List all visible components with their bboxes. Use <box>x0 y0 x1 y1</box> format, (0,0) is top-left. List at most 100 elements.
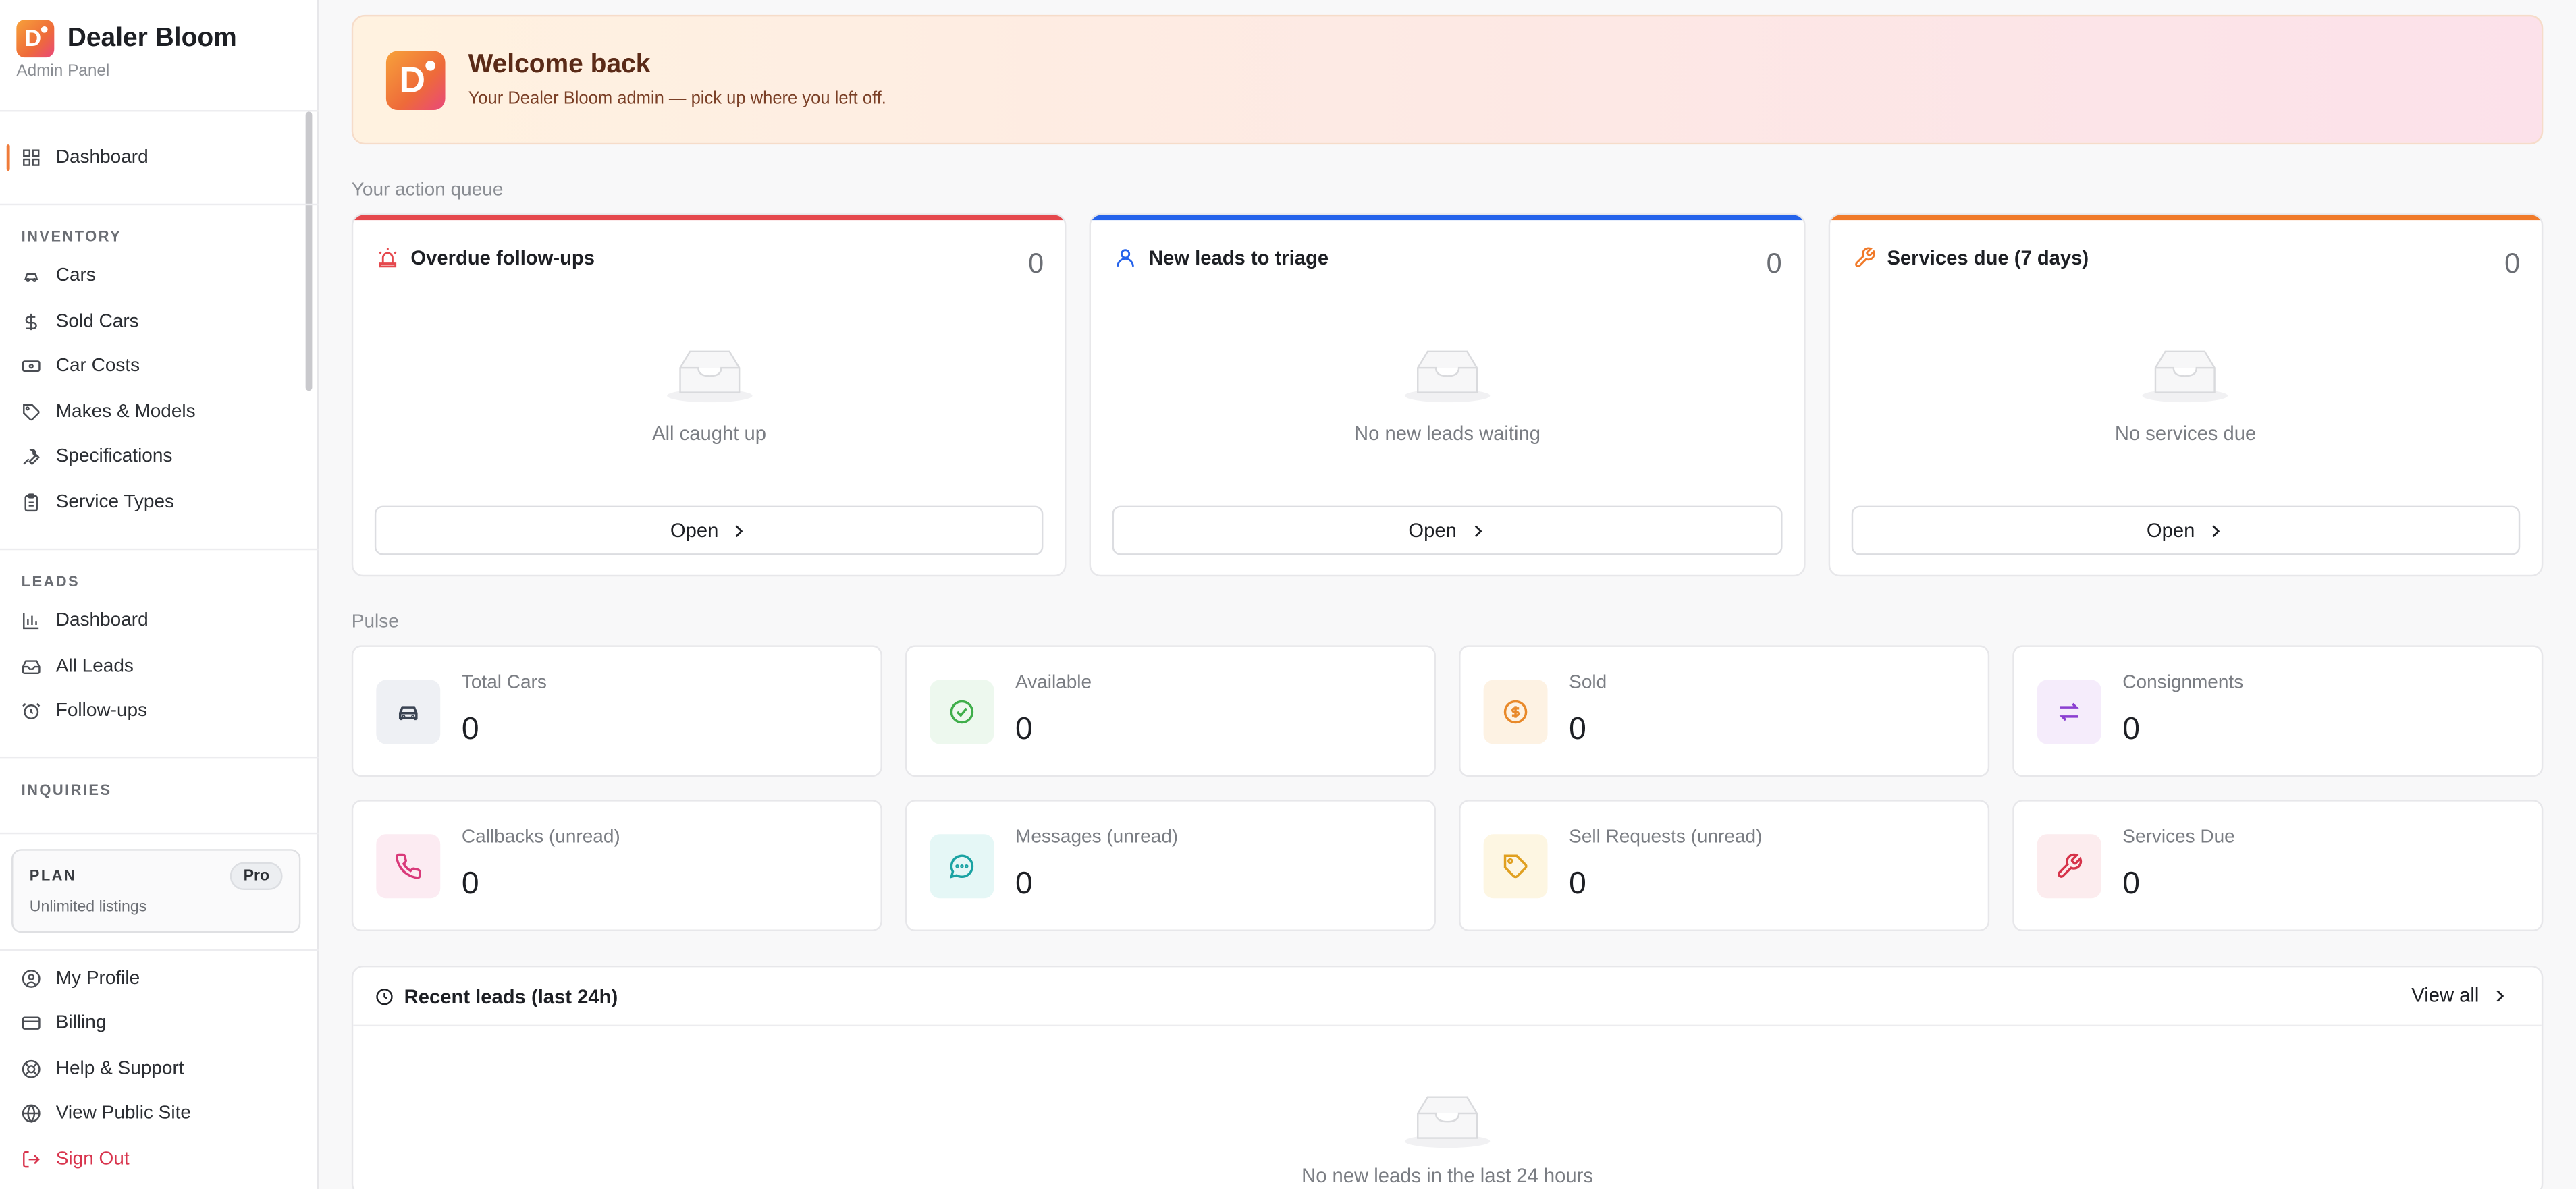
view-all-link[interactable]: View all <box>2411 984 2508 1007</box>
queue-card-empty: No new leads waiting <box>1354 422 1541 445</box>
sidebar-nav: Dashboard INVENTORY Cars Sold Cars Car C… <box>0 110 319 833</box>
card-accent-bar <box>353 215 1065 221</box>
section-leads: LEADS <box>21 572 80 589</box>
sidebar-item-service-types[interactable]: Service Types <box>0 480 319 525</box>
user-circle-icon <box>22 968 41 988</box>
sidebar-item-all-leads[interactable]: All Leads <box>0 644 319 689</box>
sidebar-item-sold-cars[interactable]: Sold Cars <box>0 299 319 344</box>
stat-value: 0 <box>1015 713 1033 748</box>
sidebar-item-label: My Profile <box>55 968 140 989</box>
sidebar-item-label: Service Types <box>55 492 175 512</box>
car-icon <box>376 680 441 744</box>
stat-label: Services Due <box>2122 827 2235 848</box>
card-accent-bar <box>1829 215 2542 221</box>
sidebar-item-label: View Public Site <box>55 1104 191 1124</box>
sidebar-item-label: Billing <box>55 1014 107 1034</box>
alarm-clock-icon <box>22 702 41 721</box>
stat-value: 0 <box>2122 866 2141 902</box>
sidebar-bottom-nav: My Profile Billing Help & Support View P… <box>0 956 319 1182</box>
queue-card-overdue-follow-ups: Overdue follow-ups 0 All caught up Open <box>351 213 1067 577</box>
sidebar-item-cars[interactable]: Cars <box>0 254 319 299</box>
brand-logo: D <box>16 20 55 58</box>
chevron-right-icon <box>1474 524 1482 536</box>
credit-card-icon <box>22 1014 41 1033</box>
stat-value: 0 <box>2122 713 2141 748</box>
recent-leads-panel: Recent leads (last 24h) View all No new … <box>351 965 2544 1189</box>
sidebar-item-label: Dashboard <box>55 147 149 167</box>
dollar-circle-icon <box>1483 680 1548 744</box>
card-accent-bar <box>1091 215 1804 221</box>
queue-card-empty: No services due <box>2114 422 2257 445</box>
queue-card-count: 0 <box>2504 248 2521 279</box>
stat-available[interactable]: Available 0 <box>905 645 1437 777</box>
stat-label: Sell Requests (unread) <box>1569 827 1763 848</box>
wrench-icon <box>22 447 41 467</box>
welcome-banner: D Welcome back Your Dealer Bloom admin —… <box>351 14 2544 145</box>
chevron-right-icon <box>2212 524 2220 536</box>
banknote-icon <box>22 357 41 377</box>
car-icon <box>22 267 41 286</box>
stat-total-cars[interactable]: Total Cars 0 <box>351 645 882 777</box>
sidebar-item-specifications[interactable]: Specifications <box>0 435 319 480</box>
brand-subtitle: Admin Panel <box>16 62 110 81</box>
queue-card-title: New leads to triage <box>1148 246 1329 270</box>
stat-services-due[interactable]: Services Due 0 <box>2012 800 2544 931</box>
grid-icon <box>22 147 41 167</box>
stat-sold[interactable]: Sold 0 <box>1459 645 1990 777</box>
view-all-label: View all <box>2411 983 2479 1007</box>
button-label: Open <box>2146 519 2195 543</box>
welcome-subtitle: Your Dealer Bloom admin — pick up where … <box>468 88 886 109</box>
stat-value: 0 <box>461 713 479 748</box>
stat-label: Sold <box>1569 673 1607 694</box>
queue-card-count: 0 <box>1028 248 1044 279</box>
stat-label: Consignments <box>2122 673 2244 694</box>
sidebar-item-billing[interactable]: Billing <box>0 1001 319 1046</box>
inbox-icon <box>22 657 41 676</box>
stat-consignments[interactable]: Consignments 0 <box>2012 645 2544 777</box>
message-icon <box>930 834 994 899</box>
sidebar-item-dashboard[interactable]: Dashboard <box>0 135 319 180</box>
stat-label: Available <box>1015 673 1092 694</box>
stat-value: 0 <box>1569 866 1586 902</box>
stat-label: Callbacks (unread) <box>461 827 620 848</box>
queue-card-open-button[interactable]: Open <box>1850 505 2521 555</box>
plan-badge: Pro <box>230 862 283 891</box>
check-circle-icon <box>930 680 994 744</box>
sidebar-item-label: Cars <box>55 266 96 287</box>
sidebar-item-view-public-site[interactable]: View Public Site <box>0 1091 319 1136</box>
queue-card-open-button[interactable]: Open <box>1112 505 1782 555</box>
sidebar-item-car-costs[interactable]: Car Costs <box>0 344 319 389</box>
recent-leads-empty: No new leads in the last 24 hours <box>1302 1164 1593 1188</box>
queue-card-open-button[interactable]: Open <box>374 505 1044 555</box>
empty-inbox-icon <box>1404 1096 1491 1149</box>
stat-sell-requests[interactable]: Sell Requests (unread) 0 <box>1459 800 1990 931</box>
queue-card-new-leads: New leads to triage 0 No new leads waiti… <box>1090 213 1805 577</box>
pulse-grid: Total Cars 0 Available 0 Sold 0 Consignm… <box>351 645 2544 931</box>
life-buoy-icon <box>22 1059 41 1078</box>
plan-card: PLAN Pro Unlimited listings <box>11 849 301 933</box>
logo-letter: D <box>399 58 426 100</box>
brand[interactable]: D Dealer Bloom <box>0 0 317 58</box>
sidebar-item-my-profile[interactable]: My Profile <box>0 956 319 1001</box>
pulse-label: Pulse <box>351 612 399 632</box>
log-out-icon <box>22 1149 41 1169</box>
brand-name: Dealer Bloom <box>67 24 237 52</box>
sidebar-item-sign-out[interactable]: Sign Out <box>0 1136 319 1182</box>
stat-label: Messages (unread) <box>1015 827 1179 848</box>
plan-description: Unlimited listings <box>29 898 147 916</box>
sidebar-item-leads-dashboard[interactable]: Dashboard <box>0 599 319 644</box>
section-inquiries: INQUIRIES <box>21 781 112 798</box>
queue-card-count: 0 <box>1766 248 1782 279</box>
empty-inbox-icon <box>2143 350 2228 403</box>
stat-callbacks[interactable]: Callbacks (unread) 0 <box>351 800 882 931</box>
sidebar-item-makes-models[interactable]: Makes & Models <box>0 389 319 435</box>
sidebar-item-help-support[interactable]: Help & Support <box>0 1046 319 1091</box>
wrench-icon <box>1852 246 1875 269</box>
sidebar-item-follow-ups[interactable]: Follow-ups <box>0 689 319 734</box>
queue-card-services-due: Services due (7 days) 0 No services due … <box>1827 213 2544 577</box>
stat-value: 0 <box>1569 713 1586 748</box>
stat-messages[interactable]: Messages (unread) 0 <box>905 800 1437 931</box>
welcome-title: Welcome back <box>468 51 651 79</box>
button-label: Open <box>670 519 719 543</box>
chevron-right-icon <box>736 524 744 536</box>
